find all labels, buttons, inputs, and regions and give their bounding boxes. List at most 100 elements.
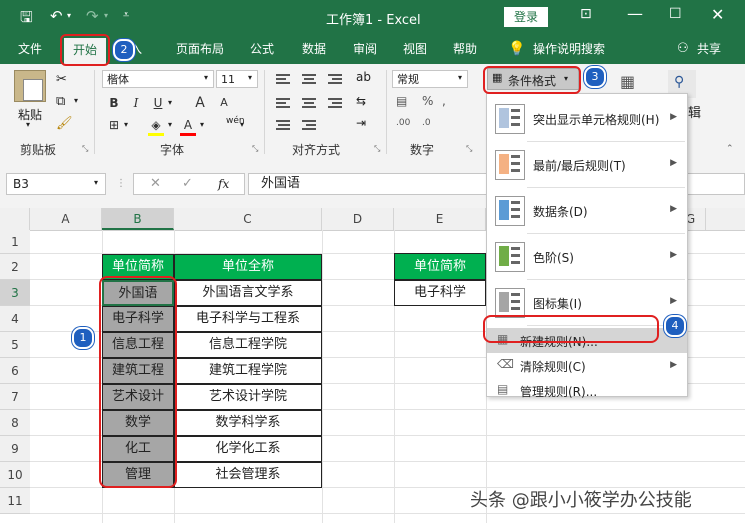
number-format-dropdown-icon[interactable]: ▾	[458, 73, 462, 82]
tab-file[interactable]: 文件	[18, 34, 42, 64]
table-cell-full[interactable]: 建筑工程学院	[174, 358, 322, 384]
customize-quick-access-icon[interactable]: ⩡	[123, 8, 129, 22]
table-cell-full[interactable]: 数学科学系	[174, 410, 322, 436]
tab-review[interactable]: 审阅	[353, 34, 377, 64]
manage-rules-menu-item[interactable]: ▤ 管理规则(R)...	[487, 378, 687, 403]
paste-icon[interactable]	[14, 70, 46, 102]
alignment-buttons[interactable]: ab ⇆ ⇥	[272, 70, 382, 138]
column-header-c[interactable]: C	[174, 208, 322, 230]
table-cell-full[interactable]: 化学化工系	[174, 436, 322, 462]
comma-icon[interactable]: ,	[442, 94, 446, 108]
menu-bar: 文件 开始 插入 页面布局 公式 数据 审阅 视图 帮助 💡 操作说明搜索 ⚇ …	[0, 34, 745, 64]
cancel-entry-icon[interactable]: ✕	[150, 176, 161, 191]
ribbon-display-options-icon[interactable]: ⊡	[580, 6, 592, 22]
tab-data[interactable]: 数据	[302, 34, 326, 64]
clipboard-launcher-icon[interactable]: ⤡	[82, 144, 88, 154]
redo-dropdown-icon[interactable]: ▾	[104, 11, 108, 20]
share-button[interactable]: 共享	[697, 34, 721, 64]
tab-formulas[interactable]: 公式	[250, 34, 274, 64]
table-cell-full[interactable]: 社会管理系	[174, 462, 322, 488]
tell-me-search[interactable]: 操作说明搜索	[533, 34, 605, 64]
borders-dropdown-icon[interactable]: ▾	[124, 120, 128, 129]
format-painter-icon[interactable]: 🖌	[56, 116, 73, 131]
column-header-b[interactable]: B	[102, 208, 174, 230]
cut-icon[interactable]: ✂	[56, 72, 67, 87]
alignment-launcher-icon[interactable]: ⤡	[374, 144, 380, 154]
tab-view[interactable]: 视图	[403, 34, 427, 64]
fill-color-dropdown-icon[interactable]: ▾	[168, 120, 172, 129]
conditional-menu-item[interactable]: 数据条(D) ▶	[487, 188, 687, 234]
collapse-ribbon-icon[interactable]: ⌃	[726, 144, 734, 154]
percent-icon[interactable]: %	[422, 94, 433, 108]
column-header-d[interactable]: D	[322, 208, 394, 230]
font-name-dropdown-icon[interactable]: ▾	[204, 73, 208, 82]
row-header[interactable]: 10	[0, 462, 30, 488]
row-header[interactable]: 1	[0, 230, 30, 254]
row-header[interactable]: 7	[0, 384, 30, 410]
copy-icon[interactable]: ⧉	[56, 94, 65, 109]
minimize-icon[interactable]: —	[627, 4, 643, 23]
row-header[interactable]: 4	[0, 306, 30, 332]
tab-page-layout[interactable]: 页面布局	[176, 34, 224, 64]
manage-rules-icon: ▤	[497, 382, 509, 396]
table-cell-full[interactable]: 信息工程学院	[174, 332, 322, 358]
column-header-e[interactable]: E	[394, 208, 486, 230]
shrink-font-button[interactable]: A	[214, 94, 234, 112]
editing-label[interactable]: 辑	[688, 102, 701, 121]
copy-dropdown-icon[interactable]: ▾	[74, 96, 78, 105]
row-header[interactable]: 5	[0, 332, 30, 358]
number-launcher-icon[interactable]: ⤡	[466, 144, 472, 154]
submenu-arrow-icon: ▶	[670, 112, 677, 122]
row-header[interactable]: 11	[0, 488, 30, 514]
cells-icon[interactable]: ▦	[620, 72, 635, 91]
row-header[interactable]: 2	[0, 254, 30, 280]
conditional-menu-item[interactable]: 最前/最后规则(T) ▶	[487, 142, 687, 188]
clear-rules-menu-item[interactable]: ⌫ 清除规则(C) ▶	[487, 353, 687, 378]
name-box-dropdown-icon[interactable]: ▾	[94, 178, 98, 187]
table-header-full[interactable]: 单位全称	[174, 254, 322, 280]
font-name-select[interactable]: 楷体	[102, 70, 214, 88]
row-header[interactable]: 9	[0, 436, 30, 462]
row-header[interactable]: 6	[0, 358, 30, 384]
font-size-dropdown-icon[interactable]: ▾	[248, 73, 252, 82]
insert-function-button[interactable]: fx	[218, 177, 229, 191]
font-color-dropdown-icon[interactable]: ▾	[200, 120, 204, 129]
conditional-menu-item[interactable]: 突出显示单元格规则(H) ▶	[487, 96, 687, 142]
decrease-decimal-icon[interactable]: .0	[422, 118, 431, 128]
step-badge-2: 2	[113, 39, 135, 61]
conditional-menu-item[interactable]: 色阶(S) ▶	[487, 234, 687, 280]
currency-icon[interactable]: ▤	[396, 94, 407, 108]
table-cell-full[interactable]: 外国语言文学系	[174, 280, 322, 306]
fill-color-icon[interactable]: ◈	[146, 116, 166, 134]
underline-dropdown-icon[interactable]: ▾	[168, 98, 172, 107]
number-format-select[interactable]: 常规	[392, 70, 468, 88]
side-table-header[interactable]: 单位简称	[394, 253, 486, 280]
row-header[interactable]: 8	[0, 410, 30, 436]
column-header-a[interactable]: A	[30, 208, 102, 230]
table-cell-full[interactable]: 电子科学与工程系	[174, 306, 322, 332]
increase-decimal-icon[interactable]: .00	[396, 118, 410, 128]
grow-font-button[interactable]: A	[190, 94, 210, 112]
font-launcher-icon[interactable]: ⤡	[252, 144, 258, 154]
phonetic-dropdown-icon[interactable]: ▾	[240, 120, 244, 129]
undo-icon[interactable]: ↶	[50, 7, 63, 25]
underline-button[interactable]: U	[148, 94, 168, 112]
restore-icon[interactable]: ☐	[669, 6, 682, 22]
redo-icon[interactable]: ↷	[86, 7, 99, 25]
side-table-value[interactable]: 电子科学	[394, 280, 486, 306]
paste-dropdown-icon[interactable]: ▾	[26, 120, 30, 129]
italic-button[interactable]: I	[126, 94, 146, 112]
login-button[interactable]: 登录	[504, 7, 548, 27]
tab-help[interactable]: 帮助	[453, 34, 477, 64]
save-icon[interactable]: 🖫	[20, 7, 33, 32]
select-all-corner[interactable]	[0, 208, 30, 230]
close-icon[interactable]: ✕	[711, 5, 724, 24]
name-box[interactable]: B3	[6, 173, 106, 195]
table-cell-full[interactable]: 艺术设计学院	[174, 384, 322, 410]
row-header[interactable]: 3	[0, 280, 30, 306]
undo-dropdown-icon[interactable]: ▾	[67, 11, 71, 20]
confirm-entry-icon[interactable]: ✓	[182, 176, 193, 191]
bold-button[interactable]: B	[104, 94, 124, 112]
font-color-icon[interactable]: A	[178, 116, 198, 134]
borders-icon[interactable]: ⊞	[104, 116, 124, 134]
